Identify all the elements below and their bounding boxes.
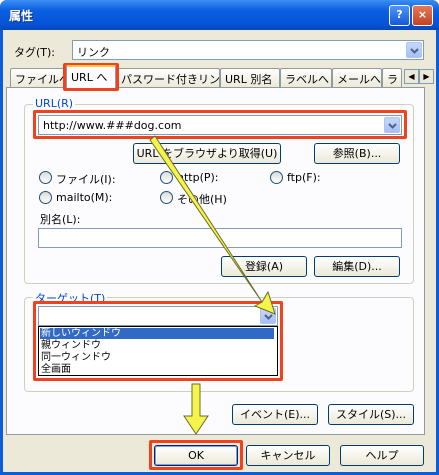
- tab-scroll-right[interactable]: ▶: [419, 69, 434, 84]
- tab-more[interactable]: ラ: [382, 68, 402, 87]
- tag-select[interactable]: リンク: [72, 40, 424, 60]
- question-icon: ?: [396, 8, 403, 21]
- tab-label: URL へ: [71, 71, 108, 84]
- alias-label: 別名(L):: [40, 213, 81, 226]
- target-option-same-window[interactable]: 同一ウィンドウ: [40, 352, 274, 363]
- target-option-parent-window[interactable]: 親ウィンドウ: [40, 340, 274, 351]
- radio-mailto-label: mailto(M):: [56, 191, 113, 204]
- radio-http-label: http(P):: [177, 171, 219, 184]
- window-title: 属性: [9, 9, 34, 23]
- ok-button[interactable]: OK: [154, 445, 238, 466]
- register-button[interactable]: 登録(A): [221, 256, 307, 277]
- tag-label: タグ(T):: [14, 46, 56, 59]
- tab-label: ラ: [387, 73, 398, 86]
- chevron-down-icon[interactable]: [406, 42, 422, 58]
- close-icon: ×: [417, 8, 428, 21]
- target-option-new-window[interactable]: 新しいウィンドウ: [40, 328, 274, 339]
- title-bar[interactable]: 属性 ? ×: [0, 0, 439, 30]
- cancel-button[interactable]: キャンセル: [246, 445, 330, 466]
- radio-ftp[interactable]: [270, 171, 283, 184]
- help-title-button[interactable]: ?: [389, 5, 410, 26]
- target-option-fullscreen[interactable]: 全画面: [40, 364, 274, 375]
- style-button[interactable]: スタイル(S)...: [328, 404, 414, 425]
- target-group-title: ターゲット(T): [33, 290, 108, 306]
- target-select[interactable]: [38, 306, 278, 326]
- radio-mailto[interactable]: [39, 191, 52, 204]
- browse-button[interactable]: 参照(B)...: [314, 143, 400, 164]
- tab-label: メールへ: [337, 73, 381, 86]
- chevron-down-icon[interactable]: [384, 117, 400, 133]
- radio-ftp-label: ftp(F):: [287, 171, 321, 184]
- tab-mail[interactable]: メールへ: [332, 68, 382, 87]
- edit-button[interactable]: 編集(D)...: [314, 256, 400, 277]
- tab-url-alias[interactable]: URL 別名: [220, 68, 280, 87]
- url-value: http://www.###dog.com: [43, 119, 182, 132]
- target-dropdown-list: 新しいウィンドウ 親ウィンドウ 同一ウィンドウ 全画面: [38, 326, 278, 376]
- help-button[interactable]: ヘルプ: [340, 445, 424, 466]
- tag-value: リンク: [77, 46, 110, 59]
- chevron-down-icon[interactable]: [260, 308, 276, 324]
- tab-password-link[interactable]: パスワード付きリンク: [116, 68, 231, 87]
- tab-scroll-left[interactable]: ◀: [404, 69, 419, 84]
- radio-file[interactable]: [39, 171, 52, 184]
- fetch-url-button[interactable]: URL をブラウザより取得(U): [133, 143, 281, 164]
- url-group-title: URL(R): [33, 97, 76, 110]
- tab-label: URL 別名: [225, 73, 273, 86]
- alias-input[interactable]: [38, 228, 402, 248]
- chevron-right-icon: ▶: [423, 72, 430, 81]
- radio-file-label: ファイル(I):: [56, 173, 116, 186]
- radio-http[interactable]: [160, 171, 173, 184]
- tab-file[interactable]: ファイルへ: [10, 68, 70, 87]
- tab-label: ファイルへ: [15, 73, 70, 86]
- tab-label-link[interactable]: ラベルへ: [280, 68, 332, 87]
- tab-url[interactable]: URL へ: [66, 65, 116, 88]
- event-button[interactable]: イベント(E)...: [232, 404, 318, 425]
- close-button[interactable]: ×: [412, 5, 433, 26]
- radio-other[interactable]: [160, 191, 173, 204]
- tab-label: パスワード付きリンク: [121, 73, 231, 86]
- url-input[interactable]: http://www.###dog.com: [38, 115, 402, 135]
- radio-other-label: その他(H): [177, 193, 227, 206]
- tab-label: ラベルへ: [285, 73, 329, 86]
- chevron-left-icon: ◀: [408, 72, 415, 81]
